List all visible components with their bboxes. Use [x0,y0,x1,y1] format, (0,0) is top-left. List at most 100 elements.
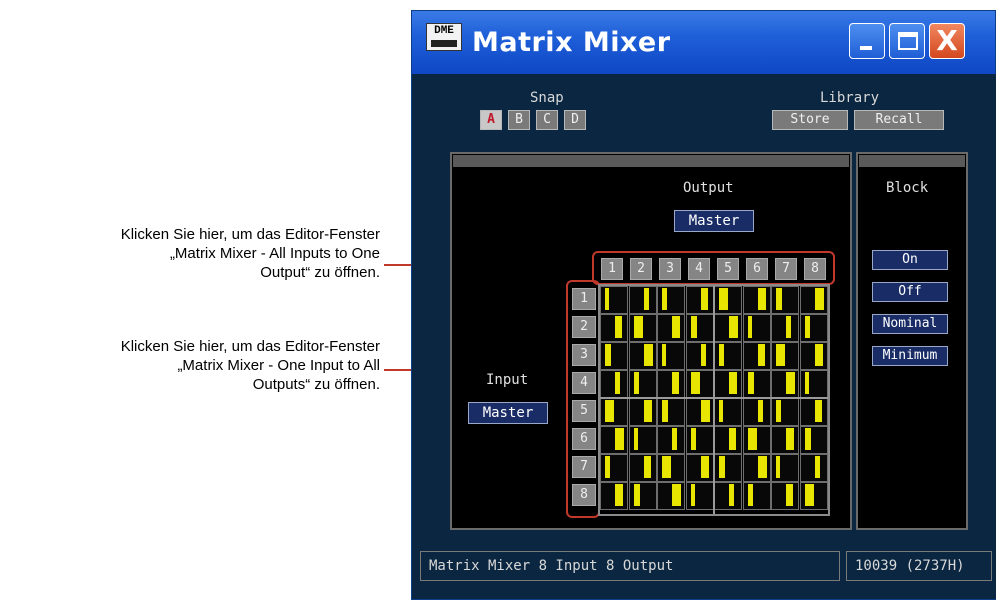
crosspoint-cell[interactable] [742,482,771,510]
crosspoint-cell[interactable] [771,482,799,510]
block-nominal-button[interactable]: Nominal [872,314,948,334]
crosspoint-cell[interactable] [799,342,828,370]
output-column-button-8[interactable]: 8 [804,258,826,280]
crosspoint-cell[interactable] [799,426,828,454]
output-column-button-2[interactable]: 2 [630,258,652,280]
crosspoint-cell[interactable] [600,286,628,314]
crosspoint-cell[interactable] [657,314,685,342]
crosspoint-cell[interactable] [657,426,685,454]
input-row-button-2[interactable]: 2 [572,316,596,338]
crosspoint-cell[interactable] [628,314,657,342]
crosspoint-cell[interactable] [657,370,685,398]
crosspoint-cell[interactable] [600,342,628,370]
output-column-button-7[interactable]: 7 [775,258,797,280]
crosspoint-cell[interactable] [742,342,771,370]
output-column-button-4[interactable]: 4 [688,258,710,280]
crosspoint-cell[interactable] [685,314,714,342]
crosspoint-cell[interactable] [799,454,828,482]
crosspoint-cell[interactable] [742,370,771,398]
crosspoint-cell[interactable] [657,454,685,482]
crosspoint-cell[interactable] [714,482,742,510]
crosspoint-cell[interactable] [799,370,828,398]
block-off-button[interactable]: Off [872,282,948,302]
crosspoint-cell[interactable] [628,398,657,426]
store-button[interactable]: Store [772,110,848,130]
crosspoint-cell[interactable] [628,342,657,370]
input-row-button-8[interactable]: 8 [572,484,596,506]
crosspoint-cell[interactable] [771,286,799,314]
crosspoint-cell[interactable] [771,370,799,398]
crosspoint-cell[interactable] [685,286,714,314]
crosspoint-cell[interactable] [714,398,742,426]
crosspoint-cell[interactable] [657,286,685,314]
crosspoint-cell[interactable] [685,426,714,454]
minimize-button[interactable] [849,23,885,59]
input-row-button-4[interactable]: 4 [572,372,596,394]
output-column-button-1[interactable]: 1 [601,258,623,280]
input-row-button-6[interactable]: 6 [572,428,596,450]
crosspoint-cell[interactable] [799,314,828,342]
close-button[interactable]: X [929,23,965,59]
crosspoint-cell[interactable] [685,398,714,426]
crosspoint-cell[interactable] [742,398,771,426]
crosspoint-level-fader [776,456,780,478]
crosspoint-level-fader [747,316,752,338]
crosspoint-cell[interactable] [685,454,714,482]
output-column-button-3[interactable]: 3 [659,258,681,280]
snap-button-a[interactable]: A [480,110,502,130]
maximize-button[interactable] [889,23,925,59]
crosspoint-cell[interactable] [742,426,771,454]
crosspoint-cell[interactable] [714,426,742,454]
crosspoint-cell[interactable] [799,398,828,426]
crosspoint-cell[interactable] [714,342,742,370]
crosspoint-cell[interactable] [657,398,685,426]
crosspoint-cell[interactable] [771,426,799,454]
crosspoint-cell[interactable] [600,398,628,426]
crosspoint-cell[interactable] [628,482,657,510]
crosspoint-cell[interactable] [628,370,657,398]
crosspoint-cell[interactable] [628,286,657,314]
input-row-button-7[interactable]: 7 [572,456,596,478]
crosspoint-cell[interactable] [685,342,714,370]
input-row-button-1[interactable]: 1 [572,288,596,310]
crosspoint-cell[interactable] [657,482,685,510]
crosspoint-cell[interactable] [685,482,714,510]
crosspoint-cell[interactable] [742,314,771,342]
crosspoint-cell[interactable] [714,314,742,342]
crosspoint-cell[interactable] [600,370,628,398]
crosspoint-cell[interactable] [657,342,685,370]
crosspoint-cell[interactable] [600,482,628,510]
snap-button-b[interactable]: B [508,110,530,130]
snap-button-d[interactable]: D [564,110,586,130]
input-master-button[interactable]: Master [468,402,548,424]
snap-button-c[interactable]: C [536,110,558,130]
recall-button[interactable]: Recall [854,110,944,130]
output-column-button-6[interactable]: 6 [746,258,768,280]
crosspoint-cell[interactable] [771,342,799,370]
crosspoint-cell[interactable] [771,314,799,342]
input-row-button-3[interactable]: 3 [572,344,596,366]
crosspoint-cell[interactable] [742,286,771,314]
output-column-button-5[interactable]: 5 [717,258,739,280]
input-row-button-5[interactable]: 5 [572,400,596,422]
crosspoint-cell[interactable] [742,454,771,482]
crosspoint-cell[interactable] [685,370,714,398]
block-on-button[interactable]: On [872,250,948,270]
crosspoint-cell[interactable] [628,426,657,454]
callout-row-buttons: Klicken Sie hier, um das Editor-Fenster … [0,337,380,394]
crosspoint-cell[interactable] [799,286,828,314]
crosspoint-cell[interactable] [714,286,742,314]
crosspoint-cell[interactable] [600,314,628,342]
crosspoint-cell[interactable] [771,398,799,426]
output-master-button[interactable]: Master [674,210,754,232]
crosspoint-cell[interactable] [600,426,628,454]
crosspoint-cell[interactable] [771,454,799,482]
crosspoint-cell[interactable] [628,454,657,482]
crosspoint-cell[interactable] [600,454,628,482]
crosspoint-cell[interactable] [714,454,742,482]
dme-app-icon: DME [426,23,462,51]
title-bar[interactable]: DME Matrix Mixer X [412,11,995,75]
crosspoint-cell[interactable] [799,482,828,510]
block-minimum-button[interactable]: Minimum [872,346,948,366]
crosspoint-cell[interactable] [714,370,742,398]
